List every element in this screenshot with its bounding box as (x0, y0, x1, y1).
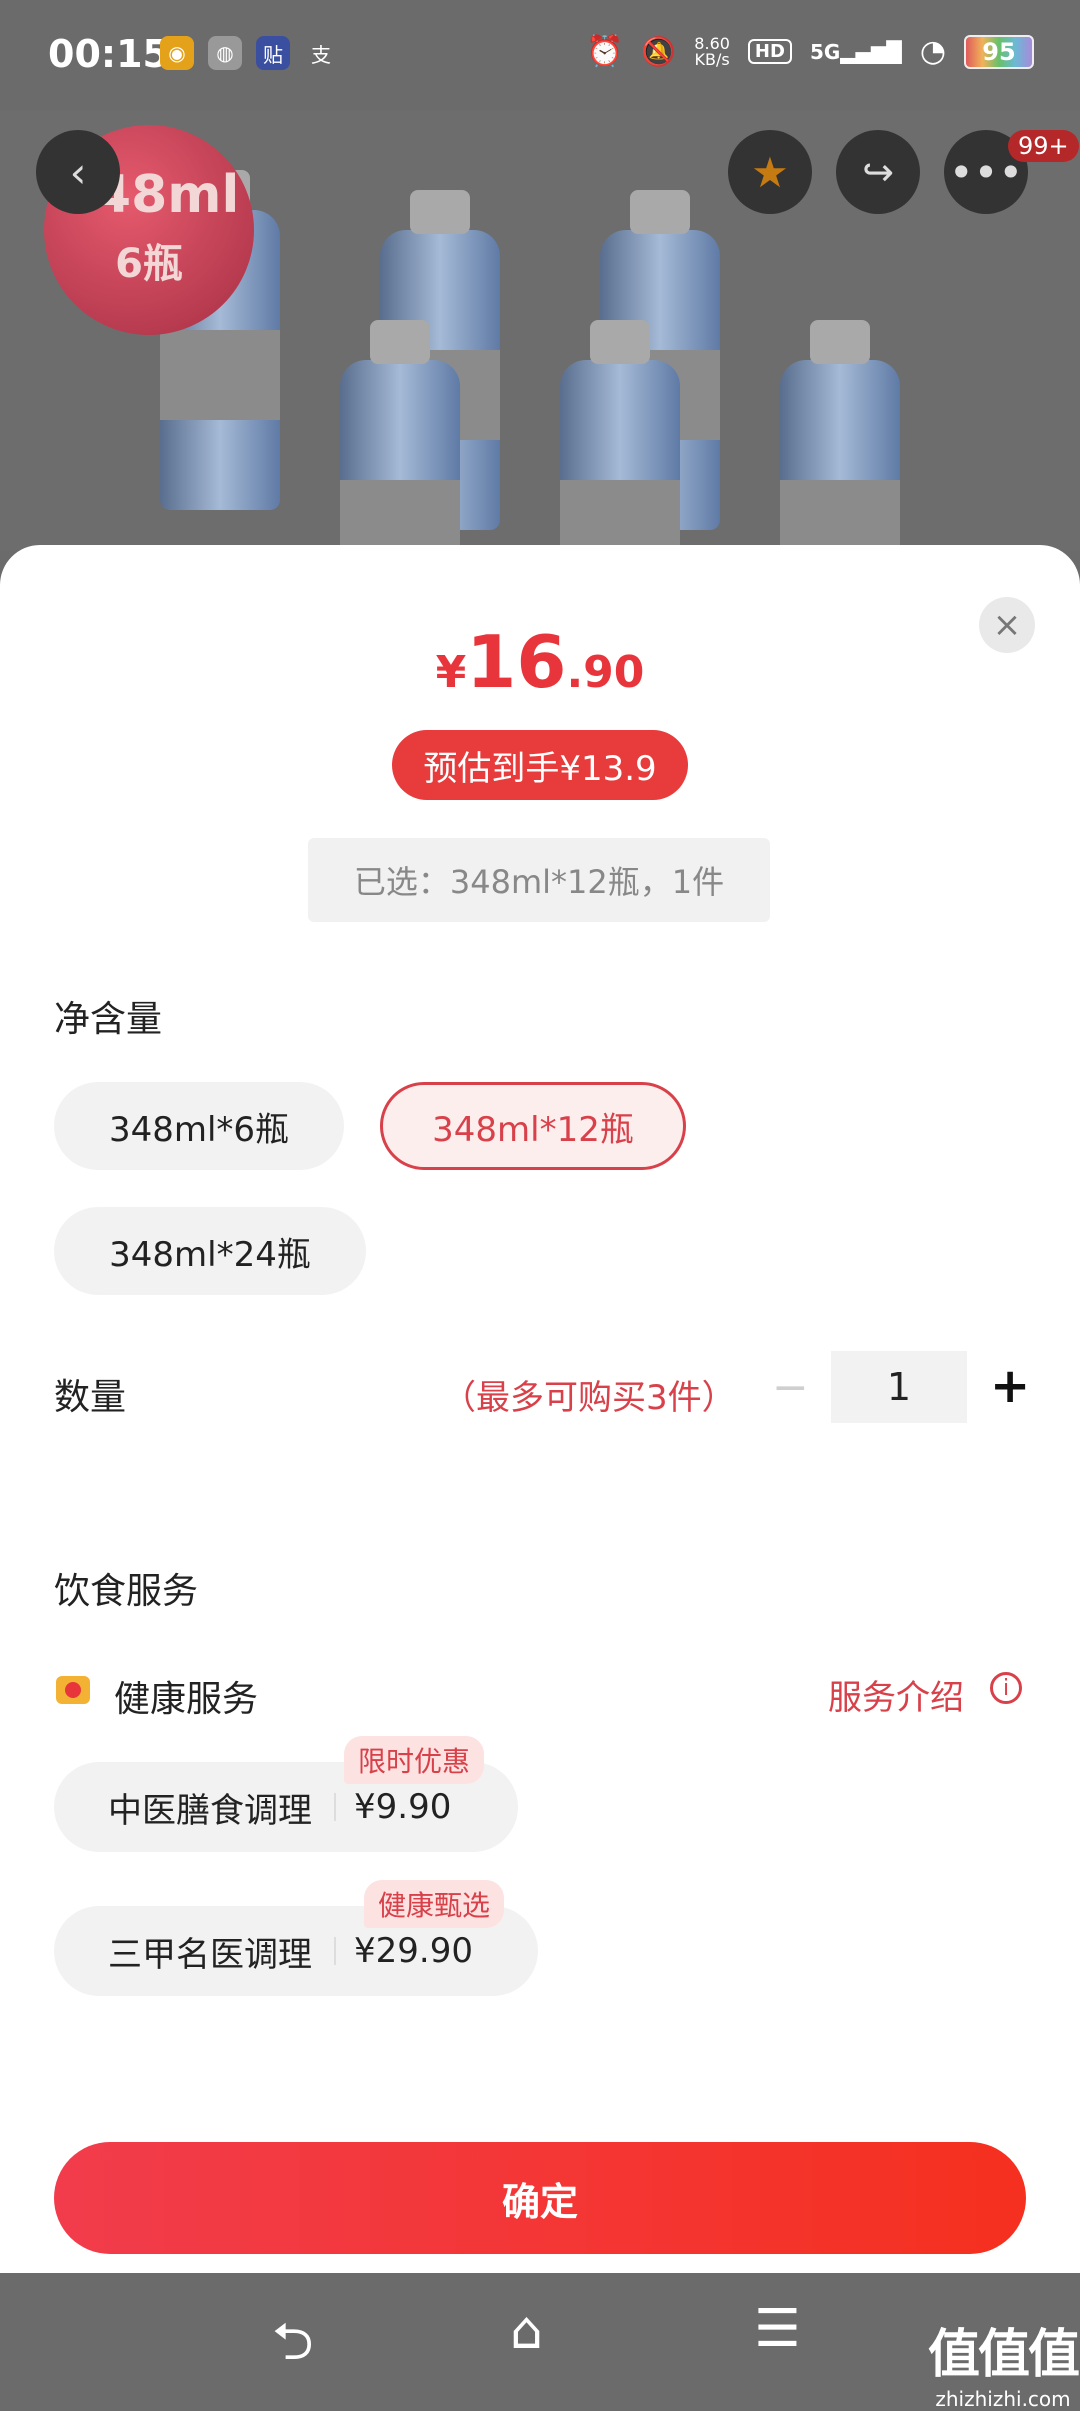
option-chip-6[interactable]: 348ml*6瓶 (54, 1082, 344, 1170)
quantity-limit: （最多可购买3件） (442, 1378, 736, 1418)
price-currency: ¥ (435, 647, 467, 698)
watermark-logo: 值值值 (928, 2325, 1080, 2385)
back-button[interactable]: ‹ (36, 130, 120, 214)
service-price: ¥9.90 (354, 1787, 452, 1827)
option-label: 348ml*24瓶 (109, 1234, 311, 1275)
price-decimal: .90 (566, 647, 645, 698)
net-content-title: 净含量 (54, 999, 163, 1040)
status-time: 00:15 (48, 32, 169, 76)
price-integer: 16 (466, 620, 567, 704)
notification-count-badge: 99+ (1008, 130, 1079, 162)
signal-label: 5G (809, 39, 841, 64)
quantity-increase-button[interactable]: + (990, 1358, 1030, 1414)
status-bar: 00:15 ◉ ◍ 贴 支 ⏰ 🔕 8.60 KB/s HD 5G▂▄▆█ ◔ … (0, 0, 1080, 110)
option-chip-24[interactable]: 348ml*24瓶 (54, 1207, 366, 1295)
service-name: 中医膳食调理 (108, 1790, 312, 1831)
menu-nav-icon[interactable]: ☰ (754, 2299, 801, 2359)
status-right: ⏰ 🔕 8.60 KB/s HD 5G▂▄▆█ ◔ 95 (586, 34, 1034, 69)
system-navigation-bar: ⮌ ⌂ ☰ (0, 2273, 1080, 2400)
back-icon: ‹ (69, 147, 87, 197)
service-tag: 限时优惠 (344, 1736, 485, 1784)
sticker-app-icon: 贴 (256, 36, 290, 70)
divider (334, 1937, 336, 1965)
option-chip-12[interactable]: 348ml*12瓶 (380, 1082, 686, 1170)
share-button[interactable]: ↪ (836, 130, 920, 214)
bottle-image (560, 320, 680, 550)
quantity-title: 数量 (54, 1377, 127, 1418)
selected-summary: 已选：348ml*12瓶，1件 (308, 838, 770, 922)
bottle-image (340, 320, 460, 550)
home-nav-icon[interactable]: ⌂ (510, 2301, 543, 2361)
battery-icon: 95 (964, 34, 1034, 69)
service-tag: 健康甄选 (364, 1880, 505, 1928)
service-price: ¥29.90 (354, 1931, 473, 1971)
star-icon: ★ (751, 147, 789, 197)
share-icon: ↪ (862, 150, 894, 194)
info-icon[interactable]: i (990, 1672, 1022, 1704)
watermark: 值值值 zhizhizhi.com (928, 2312, 1080, 2411)
alarm-icon: ⏰ (586, 34, 624, 69)
favorite-button[interactable]: ★ (728, 130, 812, 214)
notification-icons: ◉ ◍ 贴 支 (160, 36, 338, 70)
quantity-input[interactable]: 1 (831, 1351, 967, 1423)
hd-icon: HD (747, 39, 792, 64)
signal-icon: 5G▂▄▆█ (809, 39, 902, 64)
estimated-price-badge: 预估到手¥13.9 (392, 730, 688, 800)
health-service-label: 健康服务 (114, 1679, 259, 1720)
wechat-icon: ◍ (208, 36, 242, 70)
wifi-icon: ◔ (919, 34, 946, 69)
badge-count: 6瓶 (115, 241, 183, 287)
mute-icon: 🔕 (641, 35, 677, 68)
network-speed-unit: KB/s (694, 49, 730, 69)
network-speed: 8.60 KB/s (694, 35, 730, 69)
option-label: 348ml*12瓶 (432, 1109, 634, 1150)
divider (334, 1793, 336, 1821)
health-kit-icon (56, 1676, 90, 1704)
quantity-decrease-button[interactable]: − (772, 1362, 809, 1413)
watermark-url: zhizhizhi.com (935, 2387, 1071, 2411)
diet-service-title: 饮食服务 (54, 1571, 199, 1612)
service-intro-link[interactable]: 服务介绍 (828, 1670, 964, 1719)
game-app-icon: ◉ (160, 36, 194, 70)
alipay-icon: 支 (311, 42, 331, 67)
price: ¥16.90 (0, 620, 1080, 704)
service-name: 三甲名医调理 (108, 1934, 312, 1975)
bottle-image (780, 320, 900, 550)
back-nav-icon[interactable]: ⮌ (272, 2303, 314, 2392)
confirm-button[interactable]: 确定 (54, 2142, 1026, 2254)
option-label: 348ml*6瓶 (108, 1109, 290, 1150)
